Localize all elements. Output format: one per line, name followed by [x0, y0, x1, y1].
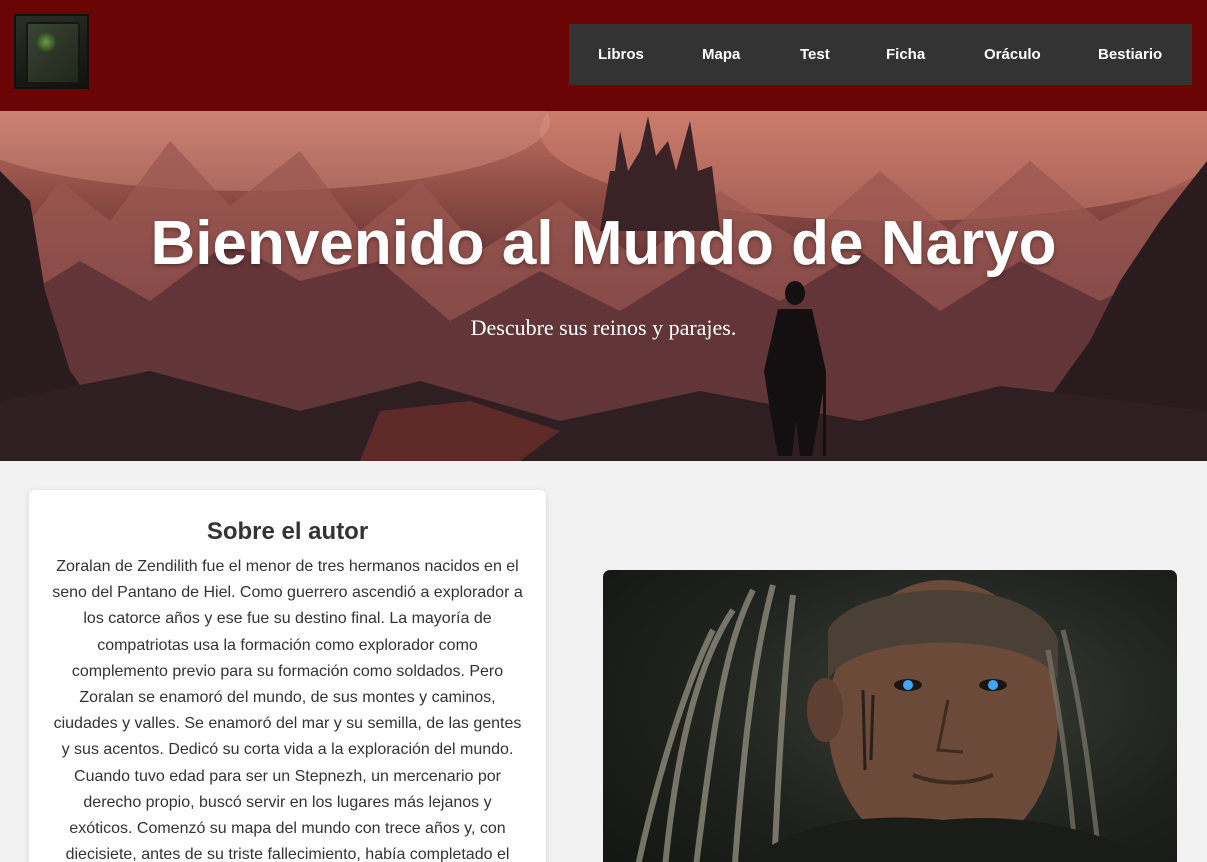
- main-nav: Libros Mapa Test Ficha Oráculo Bestiario: [569, 24, 1192, 85]
- hero-banner: Bienvenido al Mundo de Naryo Descubre su…: [0, 111, 1207, 461]
- about-heading: Sobre el autor: [206, 518, 369, 545]
- about-author-card: Sobre el autor Zoralan de Zendilith fue …: [29, 490, 546, 862]
- nav-test[interactable]: Test: [800, 24, 830, 85]
- hero-title: Bienvenido al Mundo de Naryo: [150, 209, 1057, 278]
- portrait-illustration: [635, 580, 1162, 862]
- nav-oraculo[interactable]: Oráculo: [984, 24, 1041, 85]
- nav-mapa[interactable]: Mapa: [702, 24, 740, 85]
- nav-bestiario[interactable]: Bestiario: [1098, 24, 1162, 85]
- about-text: Zoralan de Zendilith fue el menor de tre…: [52, 558, 523, 862]
- hero-subtitle: Descubre sus reinos y parajes.: [470, 315, 737, 340]
- book-logo-icon[interactable]: [14, 14, 89, 89]
- top-bar: Libros Mapa Test Ficha Oráculo Bestiario: [0, 0, 1207, 111]
- book-cover: [26, 22, 80, 84]
- mountain-landscape-image: [0, 111, 1207, 461]
- nav-ficha[interactable]: Ficha: [886, 24, 925, 85]
- nav-libros[interactable]: Libros: [598, 24, 644, 85]
- author-portrait-image: [603, 570, 1177, 862]
- emblem-icon: [36, 32, 56, 52]
